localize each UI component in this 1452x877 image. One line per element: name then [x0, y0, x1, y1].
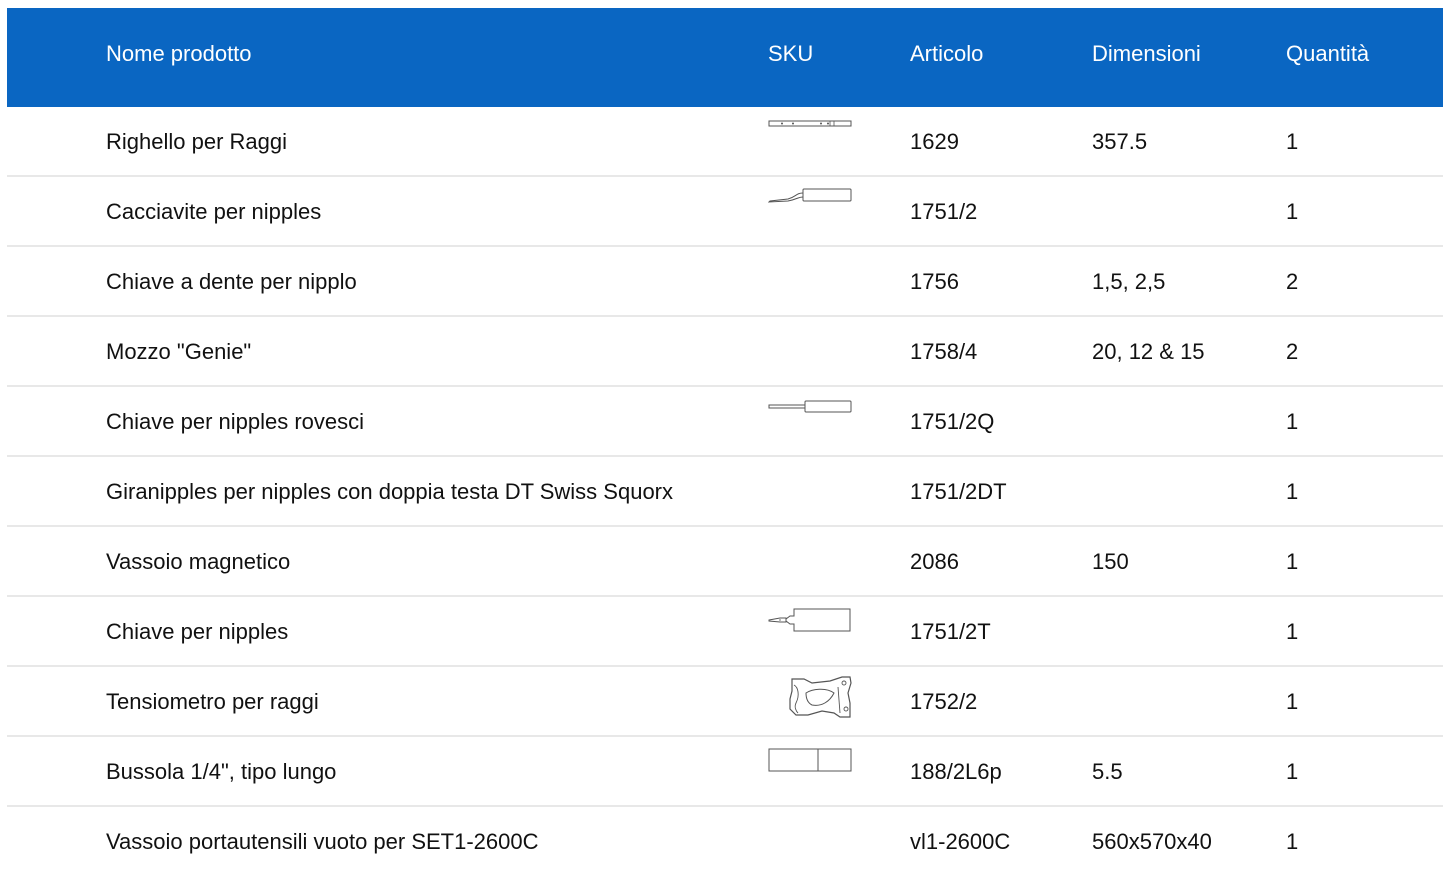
product-name: Mozzo "Genie" — [106, 339, 252, 364]
screwdriver-icon — [768, 395, 854, 439]
tensiometer-icon — [768, 673, 854, 721]
quantity-value: 1 — [1286, 619, 1299, 644]
product-name: Chiave per nipples rovesci — [106, 409, 365, 434]
table-row: Mozzo "Genie" 1758/4 20, 12 & 15 2 — [7, 317, 1443, 387]
quantity-value: 1 — [1286, 829, 1299, 854]
table-row: Vassoio portautensili vuoto per SET1-260… — [7, 807, 1443, 875]
dimensions-value: 560x570x40 — [1092, 829, 1212, 854]
article-number: 1751/2Q — [910, 409, 995, 434]
dimensions-value: 5.5 — [1092, 759, 1123, 784]
table-row: Bussola 1/4", tipo lungo 188/2L6p 5.5 1 — [7, 737, 1443, 807]
product-name: Bussola 1/4", tipo lungo — [106, 759, 337, 784]
article-number: vl1-2600C — [910, 829, 1011, 854]
quantity-value: 2 — [1286, 269, 1299, 294]
article-number: 1758/4 — [910, 339, 978, 364]
article-number: 188/2L6p — [910, 759, 1002, 784]
article-number: 2086 — [910, 549, 959, 574]
dimensions-value: 150 — [1092, 549, 1129, 574]
table-row: Giranipples per nipples con doppia testa… — [7, 457, 1443, 527]
header-article: Articolo — [910, 41, 984, 66]
ruler-icon — [768, 115, 854, 159]
product-name: Chiave a dente per nipplo — [106, 269, 357, 294]
quantity-value: 2 — [1286, 339, 1299, 364]
table-row: Chiave a dente per nipplo 1756 1,5, 2,5 … — [7, 247, 1443, 317]
table-row: Chiave per nipples 1751/2T 1 — [7, 597, 1443, 667]
product-name: Vassoio portautensili vuoto per SET1-260… — [106, 829, 539, 854]
quantity-value: 1 — [1286, 199, 1299, 224]
article-number: 1752/2 — [910, 689, 978, 714]
product-name: Giranipples per nipples con doppia testa… — [106, 479, 674, 504]
header-sku: SKU — [768, 41, 814, 66]
table-row: Cacciavite per nipples 1751/2 1 — [7, 177, 1443, 247]
table-row: Righello per Raggi 1629 357.5 1 — [7, 107, 1443, 177]
quantity-value: 1 — [1286, 129, 1299, 154]
article-number: 1756 — [910, 269, 959, 294]
quantity-value: 1 — [1286, 759, 1299, 784]
product-name: Vassoio magnetico — [106, 549, 291, 574]
quantity-value: 1 — [1286, 409, 1299, 434]
header-name: Nome prodotto — [106, 41, 252, 66]
table-header: Nome prodotto SKU Articolo Dimensioni Qu… — [7, 8, 1443, 107]
table-row: Vassoio magnetico 2086 150 1 — [7, 527, 1443, 597]
product-name: Righello per Raggi — [106, 129, 287, 154]
article-number: 1751/2DT — [910, 479, 1007, 504]
dimensions-value: 20, 12 & 15 — [1092, 339, 1205, 364]
header-quantity: Quantità — [1286, 41, 1370, 66]
dimensions-value: 357.5 — [1092, 129, 1148, 154]
article-number: 1751/2 — [910, 199, 978, 224]
table-row: Tensiometro per raggi 1752/2 1 — [7, 667, 1443, 737]
quantity-value: 1 — [1286, 549, 1299, 574]
nipple-key-icon — [768, 605, 854, 649]
product-table: Nome prodotto SKU Articolo Dimensioni Qu… — [7, 8, 1443, 875]
table-row: Chiave per nipples rovesci 1751/2Q 1 — [7, 387, 1443, 457]
article-number: 1629 — [910, 129, 959, 154]
product-name: Cacciavite per nipples — [106, 199, 322, 224]
article-number: 1751/2T — [910, 619, 991, 644]
quantity-value: 1 — [1286, 479, 1299, 504]
header-dimensions: Dimensioni — [1092, 41, 1201, 66]
bent-screwdriver-icon — [768, 185, 854, 229]
dimensions-value: 1,5, 2,5 — [1092, 269, 1166, 294]
product-name: Chiave per nipples — [106, 619, 289, 644]
product-name: Tensiometro per raggi — [106, 689, 319, 714]
socket-icon — [768, 745, 854, 789]
quantity-value: 1 — [1286, 689, 1299, 714]
